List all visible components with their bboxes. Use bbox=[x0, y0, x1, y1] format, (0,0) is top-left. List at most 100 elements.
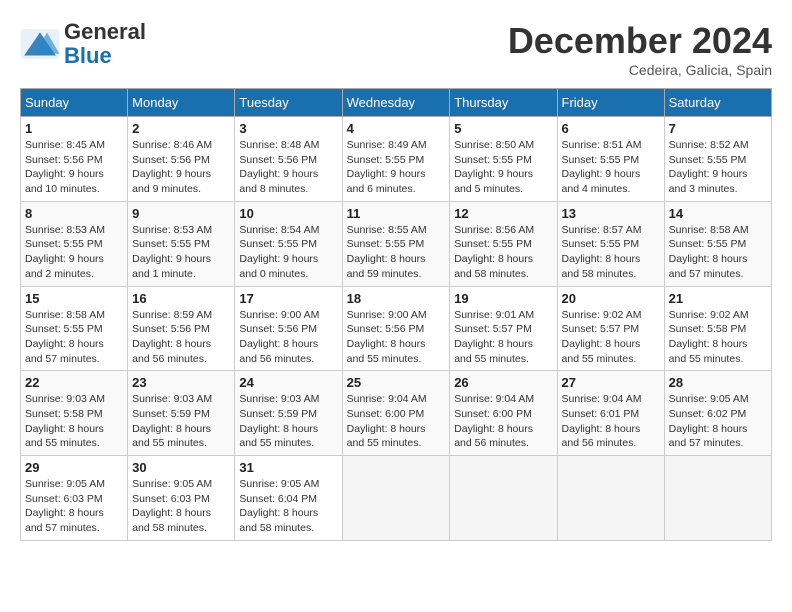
calendar-cell: 23Sunrise: 9:03 AM Sunset: 5:59 PM Dayli… bbox=[128, 371, 235, 456]
calendar-cell: 11Sunrise: 8:55 AM Sunset: 5:55 PM Dayli… bbox=[342, 201, 450, 286]
day-number: 20 bbox=[562, 291, 660, 306]
day-number: 8 bbox=[25, 206, 123, 221]
day-info: Sunrise: 9:02 AM Sunset: 5:57 PM Dayligh… bbox=[562, 308, 660, 367]
title-area: December 2024 Cedeira, Galicia, Spain bbox=[508, 20, 772, 78]
calendar-week-3: 15 Sunrise: 8:58 AM Sunset: 5:55 PM Dayli… bbox=[21, 286, 772, 371]
day-info: Sunrise: 9:00 AM Sunset: 5:56 PM Dayligh… bbox=[347, 308, 446, 367]
day-info: Sunrise: 9:04 AM Sunset: 6:00 PM Dayligh… bbox=[347, 392, 446, 451]
day-info: Sunrise: 9:05 AM Sunset: 6:02 PM Dayligh… bbox=[669, 392, 767, 451]
day-number: 30 bbox=[132, 460, 230, 475]
day-number: 26 bbox=[454, 375, 552, 390]
day-number: 22 bbox=[25, 375, 123, 390]
day-info: Sunrise: 8:59 AM Sunset: 5:56 PM Dayligh… bbox=[132, 308, 230, 367]
day-number: 9 bbox=[132, 206, 230, 221]
day-info: Sunrise: 9:00 AM Sunset: 5:56 PM Dayligh… bbox=[239, 308, 337, 367]
col-header-wednesday: Wednesday bbox=[342, 89, 450, 117]
calendar-cell: 21Sunrise: 9:02 AM Sunset: 5:58 PM Dayli… bbox=[664, 286, 771, 371]
calendar-cell: 4Sunrise: 8:49 AM Sunset: 5:55 PM Daylig… bbox=[342, 117, 450, 202]
col-header-saturday: Saturday bbox=[664, 89, 771, 117]
calendar-cell: 26Sunrise: 9:04 AM Sunset: 6:00 PM Dayli… bbox=[450, 371, 557, 456]
calendar-cell bbox=[450, 456, 557, 541]
day-number: 13 bbox=[562, 206, 660, 221]
calendar-cell: 31 Sunrise: 9:05 AM Sunset: 6:04 PM Dayli… bbox=[235, 456, 342, 541]
day-info: Sunrise: 8:57 AM Sunset: 5:55 PM Dayligh… bbox=[562, 223, 660, 282]
day-number: 15 bbox=[25, 291, 123, 306]
calendar-cell: 1 Sunrise: 8:45 AM Sunset: 5:56 PM Daylig… bbox=[21, 117, 128, 202]
calendar-cell: 6 Sunrise: 8:51 AM Sunset: 5:55 PM Daylig… bbox=[557, 117, 664, 202]
calendar-cell: 28 Sunrise: 9:05 AM Sunset: 6:02 PM Dayli… bbox=[664, 371, 771, 456]
day-number: 16 bbox=[132, 291, 230, 306]
calendar-cell: 3 Sunrise: 8:48 AM Sunset: 5:56 PM Daylig… bbox=[235, 117, 342, 202]
day-number: 24 bbox=[239, 375, 337, 390]
day-info: Sunrise: 8:53 AM Sunset: 5:55 PM Dayligh… bbox=[132, 223, 230, 282]
calendar-week-2: 8 Sunrise: 8:53 AM Sunset: 5:55 PM Daylig… bbox=[21, 201, 772, 286]
day-info: Sunrise: 8:53 AM Sunset: 5:55 PM Dayligh… bbox=[25, 223, 123, 282]
day-info: Sunrise: 8:50 AM Sunset: 5:55 PM Dayligh… bbox=[454, 138, 552, 197]
day-number: 11 bbox=[347, 206, 446, 221]
day-info: Sunrise: 9:05 AM Sunset: 6:03 PM Dayligh… bbox=[25, 477, 123, 536]
calendar-table: SundayMondayTuesdayWednesdayThursdayFrid… bbox=[20, 88, 772, 541]
day-number: 28 bbox=[669, 375, 767, 390]
calendar-cell: 25Sunrise: 9:04 AM Sunset: 6:00 PM Dayli… bbox=[342, 371, 450, 456]
calendar-cell: 19Sunrise: 9:01 AM Sunset: 5:57 PM Dayli… bbox=[450, 286, 557, 371]
day-number: 29 bbox=[25, 460, 123, 475]
col-header-monday: Monday bbox=[128, 89, 235, 117]
day-number: 5 bbox=[454, 121, 552, 136]
day-number: 23 bbox=[132, 375, 230, 390]
calendar-cell: 18 Sunrise: 9:00 AM Sunset: 5:56 PM Dayli… bbox=[342, 286, 450, 371]
calendar-cell: 8 Sunrise: 8:53 AM Sunset: 5:55 PM Daylig… bbox=[21, 201, 128, 286]
day-number: 6 bbox=[562, 121, 660, 136]
calendar-cell: 14 Sunrise: 8:58 AM Sunset: 5:55 PM Dayli… bbox=[664, 201, 771, 286]
calendar-cell: 12 Sunrise: 8:56 AM Sunset: 5:55 PM Dayli… bbox=[450, 201, 557, 286]
day-number: 12 bbox=[454, 206, 552, 221]
logo-general: General bbox=[64, 19, 146, 44]
day-number: 1 bbox=[25, 121, 123, 136]
day-info: Sunrise: 8:46 AM Sunset: 5:56 PM Dayligh… bbox=[132, 138, 230, 197]
day-number: 3 bbox=[239, 121, 337, 136]
location: Cedeira, Galicia, Spain bbox=[508, 62, 772, 78]
logo: General Blue bbox=[20, 20, 146, 68]
day-number: 7 bbox=[669, 121, 767, 136]
calendar-cell: 9 Sunrise: 8:53 AM Sunset: 5:55 PM Daylig… bbox=[128, 201, 235, 286]
day-info: Sunrise: 9:01 AM Sunset: 5:57 PM Dayligh… bbox=[454, 308, 552, 367]
calendar-cell bbox=[342, 456, 450, 541]
day-info: Sunrise: 8:45 AM Sunset: 5:56 PM Dayligh… bbox=[25, 138, 123, 197]
calendar-cell: 22 Sunrise: 9:03 AM Sunset: 5:58 PM Dayli… bbox=[21, 371, 128, 456]
day-number: 10 bbox=[239, 206, 337, 221]
calendar-cell: 5 Sunrise: 8:50 AM Sunset: 5:55 PM Daylig… bbox=[450, 117, 557, 202]
day-info: Sunrise: 8:54 AM Sunset: 5:55 PM Dayligh… bbox=[239, 223, 337, 282]
day-info: Sunrise: 9:04 AM Sunset: 6:01 PM Dayligh… bbox=[562, 392, 660, 451]
calendar-cell: 17Sunrise: 9:00 AM Sunset: 5:56 PM Dayli… bbox=[235, 286, 342, 371]
col-header-thursday: Thursday bbox=[450, 89, 557, 117]
calendar-cell: 13 Sunrise: 8:57 AM Sunset: 5:55 PM Dayli… bbox=[557, 201, 664, 286]
page-header: General Blue December 2024 Cedeira, Gali… bbox=[20, 20, 772, 78]
day-number: 14 bbox=[669, 206, 767, 221]
day-number: 2 bbox=[132, 121, 230, 136]
day-info: Sunrise: 8:58 AM Sunset: 5:55 PM Dayligh… bbox=[669, 223, 767, 282]
calendar-cell: 7Sunrise: 8:52 AM Sunset: 5:55 PM Daylig… bbox=[664, 117, 771, 202]
day-info: Sunrise: 8:49 AM Sunset: 5:55 PM Dayligh… bbox=[347, 138, 446, 197]
calendar-cell: 30 Sunrise: 9:05 AM Sunset: 6:03 PM Dayli… bbox=[128, 456, 235, 541]
calendar-cell: 10 Sunrise: 8:54 AM Sunset: 5:55 PM Dayli… bbox=[235, 201, 342, 286]
day-info: Sunrise: 8:58 AM Sunset: 5:55 PM Dayligh… bbox=[25, 308, 123, 367]
calendar-cell: 20 Sunrise: 9:02 AM Sunset: 5:57 PM Dayli… bbox=[557, 286, 664, 371]
day-info: Sunrise: 9:03 AM Sunset: 5:58 PM Dayligh… bbox=[25, 392, 123, 451]
calendar-cell: 24 Sunrise: 9:03 AM Sunset: 5:59 PM Dayli… bbox=[235, 371, 342, 456]
day-number: 27 bbox=[562, 375, 660, 390]
day-info: Sunrise: 8:51 AM Sunset: 5:55 PM Dayligh… bbox=[562, 138, 660, 197]
day-info: Sunrise: 9:03 AM Sunset: 5:59 PM Dayligh… bbox=[239, 392, 337, 451]
day-info: Sunrise: 8:56 AM Sunset: 5:55 PM Dayligh… bbox=[454, 223, 552, 282]
calendar-cell: 2 Sunrise: 8:46 AM Sunset: 5:56 PM Daylig… bbox=[128, 117, 235, 202]
calendar-cell bbox=[557, 456, 664, 541]
day-info: Sunrise: 9:05 AM Sunset: 6:04 PM Dayligh… bbox=[239, 477, 337, 536]
day-number: 31 bbox=[239, 460, 337, 475]
calendar-header-row: SundayMondayTuesdayWednesdayThursdayFrid… bbox=[21, 89, 772, 117]
calendar-week-4: 22 Sunrise: 9:03 AM Sunset: 5:58 PM Dayli… bbox=[21, 371, 772, 456]
day-info: Sunrise: 9:05 AM Sunset: 6:03 PM Dayligh… bbox=[132, 477, 230, 536]
col-header-sunday: Sunday bbox=[21, 89, 128, 117]
day-info: Sunrise: 9:02 AM Sunset: 5:58 PM Dayligh… bbox=[669, 308, 767, 367]
calendar-cell: 15 Sunrise: 8:58 AM Sunset: 5:55 PM Dayli… bbox=[21, 286, 128, 371]
day-info: Sunrise: 8:48 AM Sunset: 5:56 PM Dayligh… bbox=[239, 138, 337, 197]
day-number: 18 bbox=[347, 291, 446, 306]
calendar-cell: 27 Sunrise: 9:04 AM Sunset: 6:01 PM Dayli… bbox=[557, 371, 664, 456]
